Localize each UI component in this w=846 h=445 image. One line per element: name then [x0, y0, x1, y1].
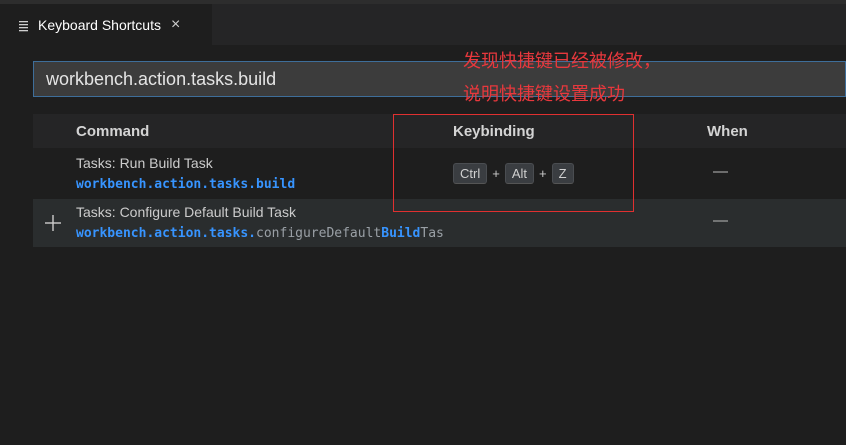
annotation-line: 说明快捷键设置成功	[463, 84, 625, 104]
command-id-part: configureDefault	[256, 226, 382, 241]
command-id: workbench.action.tasks.build	[76, 177, 296, 192]
tab-keyboard-shortcuts[interactable]: Keyboard Shortcuts ×	[0, 4, 212, 45]
tab-bar: Keyboard Shortcuts ×	[0, 0, 846, 45]
annotation-line: 发现快捷键已经被修改，	[463, 51, 661, 71]
column-command[interactable]: Command	[76, 123, 149, 140]
add-keybinding-icon[interactable]	[43, 213, 63, 233]
command-title: Tasks: Run Build Task	[76, 155, 213, 171]
annotation-highlight-box	[393, 114, 634, 212]
search-box[interactable]	[33, 61, 846, 97]
command-id-match: Build	[381, 226, 421, 241]
list-icon	[18, 19, 30, 31]
column-when[interactable]: When	[707, 123, 748, 140]
when-value: —	[713, 163, 728, 180]
search-input[interactable]	[46, 68, 826, 90]
when-value: —	[713, 212, 728, 229]
command-id: workbench.action.tasks.configureDefaultB…	[76, 226, 444, 241]
command-id-match: workbench.action.tasks.	[76, 226, 257, 241]
tab-title: Keyboard Shortcuts	[38, 16, 161, 33]
close-icon[interactable]: ×	[171, 16, 180, 33]
command-title: Tasks: Configure Default Build Task	[76, 204, 296, 220]
annotation-text: 发现快捷键已经被修改， 说明快捷键设置成功	[463, 45, 661, 111]
command-id-part: Tas	[420, 226, 444, 241]
